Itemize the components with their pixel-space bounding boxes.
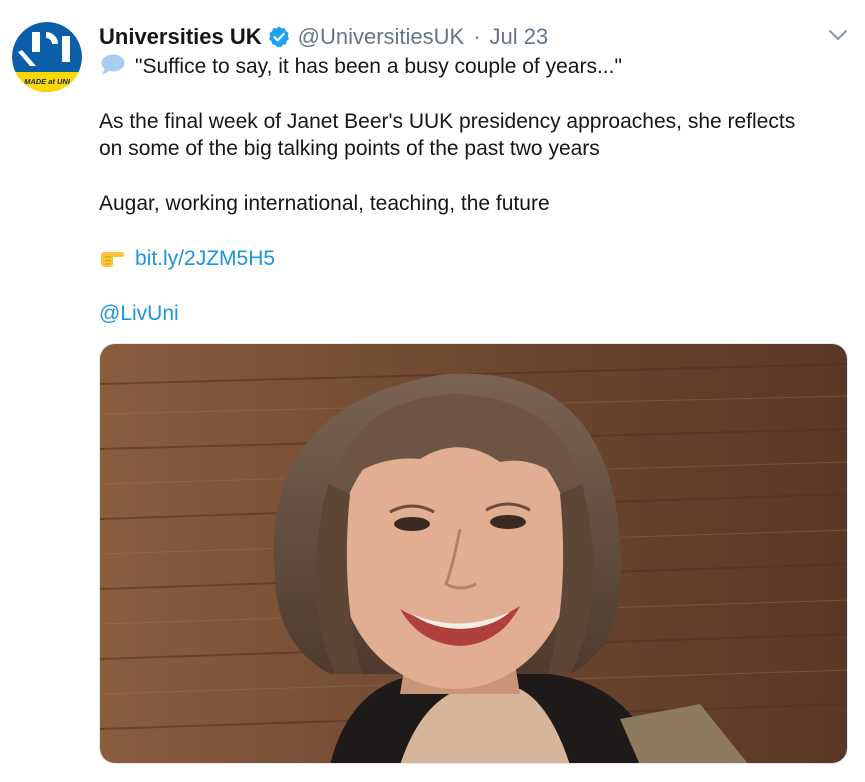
body-line-2: on some of the big talking points of the…	[99, 137, 600, 160]
tweet-link[interactable]: bit.ly/2JZM5H5	[135, 247, 275, 270]
speech-bubble-icon	[99, 53, 125, 84]
quote-text: "Suffice to say, it has been a busy coup…	[135, 55, 622, 78]
tweet-header: Universities UK @UniversitiesUK · Jul 23	[99, 20, 548, 54]
body-line-1: As the final week of Janet Beer's UUK pr…	[99, 110, 796, 133]
separator-dot: ·	[473, 24, 481, 49]
chevron-down-icon[interactable]	[828, 28, 848, 42]
verified-badge-icon	[267, 25, 291, 49]
account-handle[interactable]: @UniversitiesUK	[298, 24, 465, 50]
display-name[interactable]: Universities UK	[99, 24, 262, 50]
tweet-date[interactable]: Jul 23	[490, 24, 549, 50]
tweet-photo[interactable]	[99, 343, 848, 764]
link-line: bit.ly/2JZM5H5	[99, 245, 275, 276]
topics-line: Augar, working international, teaching, …	[99, 192, 550, 215]
mention-line: @LivUni	[99, 300, 179, 327]
quote-line: "Suffice to say, it has been a busy coup…	[99, 53, 622, 84]
avatar[interactable]: MADE at UNI	[12, 22, 82, 92]
mention-link[interactable]: @LivUni	[99, 302, 179, 325]
tweet[interactable]: MADE at UNI Universities UK @Universitie…	[0, 0, 865, 782]
pointing-hand-icon	[99, 247, 125, 276]
avatar-text: MADE at UNI	[24, 77, 71, 86]
